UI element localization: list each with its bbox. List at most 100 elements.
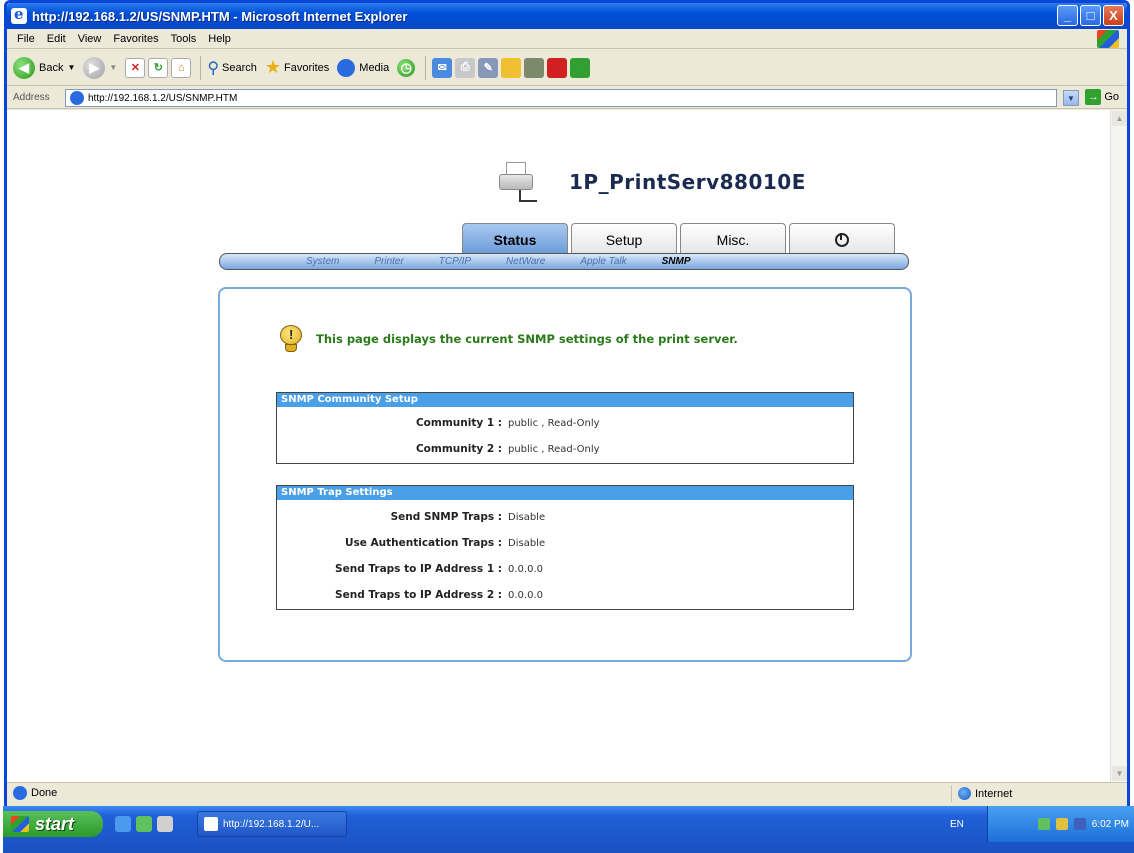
subnav-appletalk[interactable]: Apple Talk: [580, 256, 626, 267]
ie-task-icon: [204, 817, 218, 831]
taskbar-task-ie[interactable]: http://192.168.1.2/U...: [197, 811, 347, 837]
trap-label: Send Traps to IP Address 2 :: [335, 589, 502, 601]
start-button[interactable]: start: [3, 811, 103, 837]
community-row: Community 2 : public , Read-Only: [277, 436, 853, 462]
close-button[interactable]: X: [1103, 5, 1124, 26]
network-tray-icon[interactable]: [1037, 818, 1050, 830]
window-title: http://192.168.1.2/US/SNMP.HTM - Microso…: [32, 8, 408, 24]
back-button[interactable]: ◀ Back ▼: [13, 56, 75, 79]
menu-tools[interactable]: Tools: [171, 33, 197, 45]
subnav-system[interactable]: System: [306, 256, 339, 267]
menu-edit[interactable]: Edit: [47, 33, 66, 45]
forward-button[interactable]: ▶ ▼: [83, 56, 117, 79]
page-done-icon: [13, 786, 27, 800]
trap-label: Send SNMP Traps :: [390, 511, 502, 523]
power-icon: [835, 232, 849, 247]
toolbar: ◀ Back ▼ ▶ ▼ ✕ ↻ ⌂ ⚲ Search ★ Favorites …: [7, 50, 1127, 86]
system-tray: EN 6:02 PM: [950, 806, 1134, 842]
menu-view[interactable]: View: [78, 33, 102, 45]
quick-launch: [115, 811, 173, 837]
tab-restart[interactable]: [789, 223, 895, 255]
folder-icon[interactable]: [501, 57, 522, 78]
back-arrow-icon: ◀: [13, 56, 35, 79]
go-button[interactable]: → Go: [1085, 89, 1119, 105]
status-bar: Done Internet: [7, 782, 1127, 803]
maximize-button[interactable]: □: [1080, 5, 1101, 26]
research-icon[interactable]: [524, 57, 545, 78]
info-message: This page displays the current SNMP sett…: [280, 325, 738, 353]
page-icon: [70, 91, 84, 105]
status-subnav: System Printer TCP/IP NetWare Apple Talk…: [219, 253, 909, 270]
subnav-printer[interactable]: Printer: [374, 256, 403, 267]
desktop-quicklaunch-icon[interactable]: [157, 816, 173, 832]
mail-icon[interactable]: ✉: [432, 57, 453, 78]
security-zone: Internet: [951, 785, 1101, 802]
favorites-button[interactable]: ★ Favorites: [265, 57, 329, 78]
home-icon[interactable]: ⌂: [171, 57, 192, 78]
task-label: http://192.168.1.2/U...: [223, 818, 320, 830]
page-viewport: 1P_PrintServ88010E Status Setup Misc. Sy…: [7, 110, 1127, 782]
windows-flag-icon: [11, 816, 29, 832]
subnav-tcpip[interactable]: TCP/IP: [439, 256, 471, 267]
edit-icon[interactable]: ✎: [478, 57, 499, 78]
address-label: Address: [13, 92, 50, 103]
tab-status[interactable]: Status: [462, 223, 568, 255]
stop-icon[interactable]: ✕: [125, 57, 146, 78]
menu-file[interactable]: File: [17, 33, 35, 45]
trap-value: Disable: [508, 537, 546, 549]
trap-value: 0.0.0.0: [508, 563, 543, 575]
media-button[interactable]: Media: [337, 58, 390, 77]
address-dropdown-icon[interactable]: ▼: [1063, 90, 1079, 106]
trap-value: Disable: [508, 511, 546, 523]
scroll-up-icon[interactable]: ▲: [1112, 111, 1127, 126]
vertical-scrollbar[interactable]: ▲ ▼: [1110, 110, 1127, 782]
subnav-netware[interactable]: NetWare: [506, 256, 545, 267]
volume-tray-icon[interactable]: [1055, 818, 1068, 830]
address-input[interactable]: http://192.168.1.2/US/SNMP.HTM: [65, 89, 1057, 107]
window-controls: _ □ X: [1057, 5, 1124, 26]
go-label: Go: [1104, 91, 1119, 103]
menu-favorites[interactable]: Favorites: [113, 33, 158, 45]
users-icon[interactable]: [570, 57, 591, 78]
messenger-icon[interactable]: [547, 57, 568, 78]
back-dropdown-icon[interactable]: ▼: [67, 63, 75, 72]
taskbar: start http://192.168.1.2/U... EN 6:02 PM: [3, 806, 1134, 853]
print-icon[interactable]: ⎙: [455, 57, 476, 78]
media-icon: [337, 58, 356, 77]
trap-value: 0.0.0.0: [508, 589, 543, 601]
menu-help[interactable]: Help: [208, 33, 231, 45]
star-icon: ★: [264, 57, 282, 77]
browser-window: http://192.168.1.2/US/SNMP.HTM - Microso…: [3, 0, 1134, 853]
language-indicator[interactable]: EN: [950, 806, 964, 842]
trap-label: Send Traps to IP Address 1 :: [335, 563, 502, 575]
search-icon: ⚲: [207, 59, 220, 77]
info-bulb-icon: [280, 325, 302, 353]
community-value: public , Read-Only: [508, 443, 600, 455]
refresh-icon[interactable]: ↻: [148, 57, 169, 78]
tab-setup[interactable]: Setup: [571, 223, 677, 255]
display-tray-icon[interactable]: [1073, 818, 1086, 830]
history-icon[interactable]: ◷: [397, 58, 416, 77]
content-panel: This page displays the current SNMP sett…: [218, 287, 912, 662]
search-button[interactable]: ⚲ Search: [207, 58, 257, 78]
status-text: Done: [31, 787, 58, 799]
forward-dropdown-icon[interactable]: ▼: [109, 63, 117, 72]
trap-label: Use Authentication Traps :: [344, 537, 502, 549]
clock: 6:02 PM: [1091, 818, 1129, 830]
device-name: 1P_PrintServ88010E: [569, 170, 806, 194]
community-label: Community 1 :: [415, 417, 502, 429]
ie-icon: [11, 5, 27, 24]
media-quicklaunch-icon[interactable]: [136, 816, 152, 832]
trap-row: Send Traps to IP Address 1 : 0.0.0.0: [277, 556, 853, 582]
media-label: Media: [359, 61, 390, 74]
zone-label: Internet: [975, 787, 1013, 800]
subnav-snmp[interactable]: SNMP: [662, 256, 691, 267]
ie-quicklaunch-icon[interactable]: [115, 816, 131, 832]
forward-arrow-icon: ▶: [83, 56, 106, 79]
tab-misc[interactable]: Misc.: [680, 223, 786, 255]
minimize-button[interactable]: _: [1057, 5, 1078, 26]
title-bar[interactable]: http://192.168.1.2/US/SNMP.HTM - Microso…: [7, 3, 1127, 29]
scroll-down-icon[interactable]: ▼: [1112, 766, 1127, 781]
main-tabs: Status Setup Misc.: [462, 223, 898, 255]
trap-row: Send Traps to IP Address 2 : 0.0.0.0: [277, 582, 853, 608]
